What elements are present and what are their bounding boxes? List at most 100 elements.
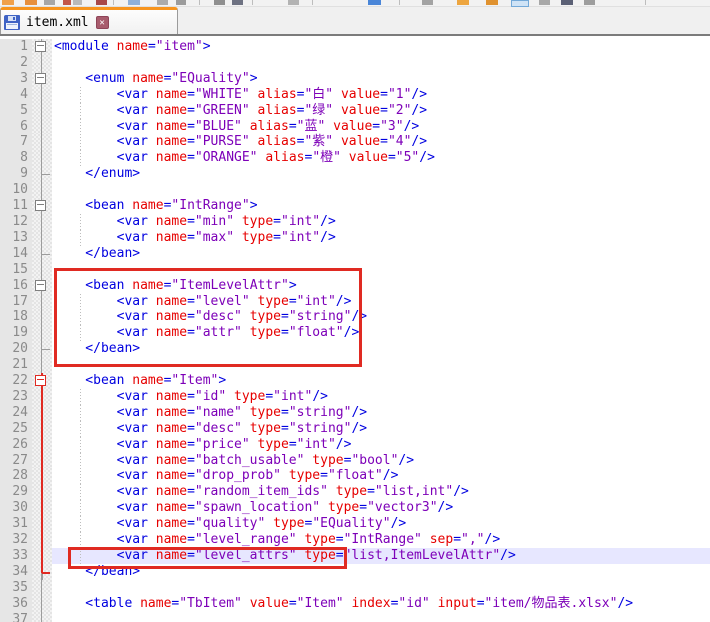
code-line[interactable]: 18 <var name="desc" type="string"/> xyxy=(0,309,710,325)
toolbar-icon-fragment[interactable] xyxy=(511,0,529,7)
code-line[interactable]: 23 <var name="id" type="int"/> xyxy=(0,389,710,405)
code-line[interactable]: 37 xyxy=(0,612,710,622)
code-line[interactable]: 34 </bean> xyxy=(0,564,710,580)
toolbar-icon-fragment[interactable] xyxy=(2,0,14,5)
code-line[interactable]: 28 <var name="drop_prob" type="float"/> xyxy=(0,468,710,484)
code-line[interactable]: 6 <var name="BLUE" alias="蓝" value="3"/> xyxy=(0,119,710,135)
code-line[interactable]: 14 </bean> xyxy=(0,246,710,262)
code-line[interactable]: 22 <bean name="Item"> xyxy=(0,373,710,389)
toolbar-icon-fragment[interactable] xyxy=(73,0,82,5)
toolbar-icon-fragment[interactable] xyxy=(457,0,469,5)
line-number: 14 xyxy=(0,246,32,262)
toolbar-icon-fragment[interactable] xyxy=(25,0,37,5)
toolbar-icon-fragment[interactable] xyxy=(584,0,595,5)
toolbar-icon-fragment[interactable] xyxy=(312,0,313,5)
code-line[interactable]: 16 <bean name="ItemLevelAttr"> xyxy=(0,278,710,294)
toolbar-icon-fragment[interactable] xyxy=(399,0,400,5)
code-text: <var name="drop_prob" type="float"/> xyxy=(52,468,710,484)
code-line[interactable]: 19 <var name="attr" type="float"/> xyxy=(0,325,710,341)
toolbar-icon-fragment[interactable] xyxy=(288,0,299,5)
code-line[interactable]: 13 <var name="max" type="int"/> xyxy=(0,230,710,246)
toolbar-icon-fragment[interactable] xyxy=(63,0,71,5)
toolbar-icon-fragment[interactable] xyxy=(645,0,646,5)
code-line[interactable]: 32 <var name="level_range" type="IntRang… xyxy=(0,532,710,548)
code-line[interactable]: 31 <var name="quality" type="EQuality"/> xyxy=(0,516,710,532)
code-line[interactable]: 29 <var name="random_item_ids" type="lis… xyxy=(0,484,710,500)
code-text: <var name="id" type="int"/> xyxy=(52,389,710,405)
code-text: <enum name="EQuality"> xyxy=(52,71,710,87)
fold-collapse-icon[interactable] xyxy=(35,375,46,386)
fold-margin xyxy=(32,294,52,310)
code-line[interactable]: 17 <var name="level" type="int"/> xyxy=(0,294,710,310)
toolbar-icon-fragment[interactable] xyxy=(176,0,186,5)
line-number: 5 xyxy=(0,103,32,119)
fold-end-mark xyxy=(42,349,50,350)
code-line[interactable]: 36 <table name="TbItem" value="Item" ind… xyxy=(0,596,710,612)
code-line[interactable]: 7 <var name="PURSE" alias="紫" value="4"/… xyxy=(0,134,710,150)
toolbar-icon-fragment[interactable] xyxy=(539,0,550,5)
toolbar-icon-fragment[interactable] xyxy=(561,0,573,5)
fold-margin xyxy=(32,405,52,421)
code-text: </bean> xyxy=(52,246,710,262)
fold-collapse-icon[interactable] xyxy=(35,200,46,211)
fold-margin xyxy=(32,437,52,453)
line-number: 23 xyxy=(0,389,32,405)
toolbar-icon-fragment[interactable] xyxy=(368,0,381,5)
toolbar-icon-fragment[interactable] xyxy=(252,0,253,5)
code-line[interactable]: 8 <var name="ORANGE" alias="橙" value="5"… xyxy=(0,150,710,166)
code-line[interactable]: 20 </bean> xyxy=(0,341,710,357)
notepad-window: item.xml ✕ 1<module name="item">23 <enum… xyxy=(0,0,710,621)
code-line[interactable]: 35 xyxy=(0,580,710,596)
code-line[interactable]: 21 xyxy=(0,357,710,373)
code-line[interactable]: 3 <enum name="EQuality"> xyxy=(0,71,710,87)
toolbar-icon-fragment[interactable] xyxy=(214,0,225,5)
fold-margin xyxy=(32,596,52,612)
code-line[interactable]: 1<module name="item"> xyxy=(0,39,710,55)
toolbar-icon-fragment[interactable] xyxy=(128,0,140,5)
tab-bar: item.xml ✕ xyxy=(0,7,710,36)
code-editor[interactable]: 1<module name="item">23 <enum name="EQua… xyxy=(0,36,710,622)
fold-end-mark xyxy=(42,254,50,255)
fold-margin xyxy=(32,198,52,214)
code-line[interactable]: 25 <var name="desc" type="string"/> xyxy=(0,421,710,437)
code-line[interactable]: 33 <var name="level_attrs" type="list,It… xyxy=(0,548,710,564)
toolbar-icon-fragment[interactable] xyxy=(113,0,114,5)
code-line[interactable]: 10 xyxy=(0,182,710,198)
close-icon[interactable]: ✕ xyxy=(96,16,109,29)
code-line[interactable]: 15 xyxy=(0,262,710,278)
fold-collapse-icon[interactable] xyxy=(35,41,46,52)
fold-collapse-icon[interactable] xyxy=(35,280,46,291)
line-number: 4 xyxy=(0,87,32,103)
fold-collapse-icon[interactable] xyxy=(35,73,46,84)
line-number: 31 xyxy=(0,516,32,532)
fold-margin xyxy=(32,580,52,596)
code-text: <var name="GREEN" alias="绿" value="2"/> xyxy=(52,103,710,119)
code-line[interactable]: 26 <var name="price" type="int"/> xyxy=(0,437,710,453)
code-line[interactable]: 12 <var name="min" type="int"/> xyxy=(0,214,710,230)
code-text: <var name="min" type="int"/> xyxy=(52,214,710,230)
toolbar-icon-fragment[interactable] xyxy=(422,0,433,5)
fold-margin xyxy=(32,103,52,119)
toolbar-icon-fragment[interactable] xyxy=(96,0,107,5)
toolbar-icon-fragment[interactable] xyxy=(486,0,498,5)
code-line[interactable]: 11 <bean name="IntRange"> xyxy=(0,198,710,214)
code-line[interactable]: 4 <var name="WHITE" alias="白" value="1"/… xyxy=(0,87,710,103)
code-line[interactable]: 24 <var name="name" type="string"/> xyxy=(0,405,710,421)
fold-margin xyxy=(32,230,52,246)
toolbar-icon-fragment[interactable] xyxy=(199,0,200,5)
code-line[interactable]: 27 <var name="batch_usable" type="bool"/… xyxy=(0,453,710,469)
fold-margin xyxy=(32,325,52,341)
line-number: 37 xyxy=(0,612,32,622)
line-number: 15 xyxy=(0,262,32,278)
fold-end-mark xyxy=(42,174,50,175)
tab-item-xml[interactable]: item.xml ✕ xyxy=(0,7,178,34)
code-line[interactable]: 30 <var name="spawn_location" type="vect… xyxy=(0,500,710,516)
fold-margin xyxy=(32,71,52,87)
line-number: 35 xyxy=(0,580,32,596)
code-line[interactable]: 9 </enum> xyxy=(0,166,710,182)
toolbar-icon-fragment[interactable] xyxy=(44,0,55,5)
code-line[interactable]: 2 xyxy=(0,55,710,71)
toolbar-icon-fragment[interactable] xyxy=(157,0,168,5)
toolbar-icon-fragment[interactable] xyxy=(232,0,243,5)
code-line[interactable]: 5 <var name="GREEN" alias="绿" value="2"/… xyxy=(0,103,710,119)
